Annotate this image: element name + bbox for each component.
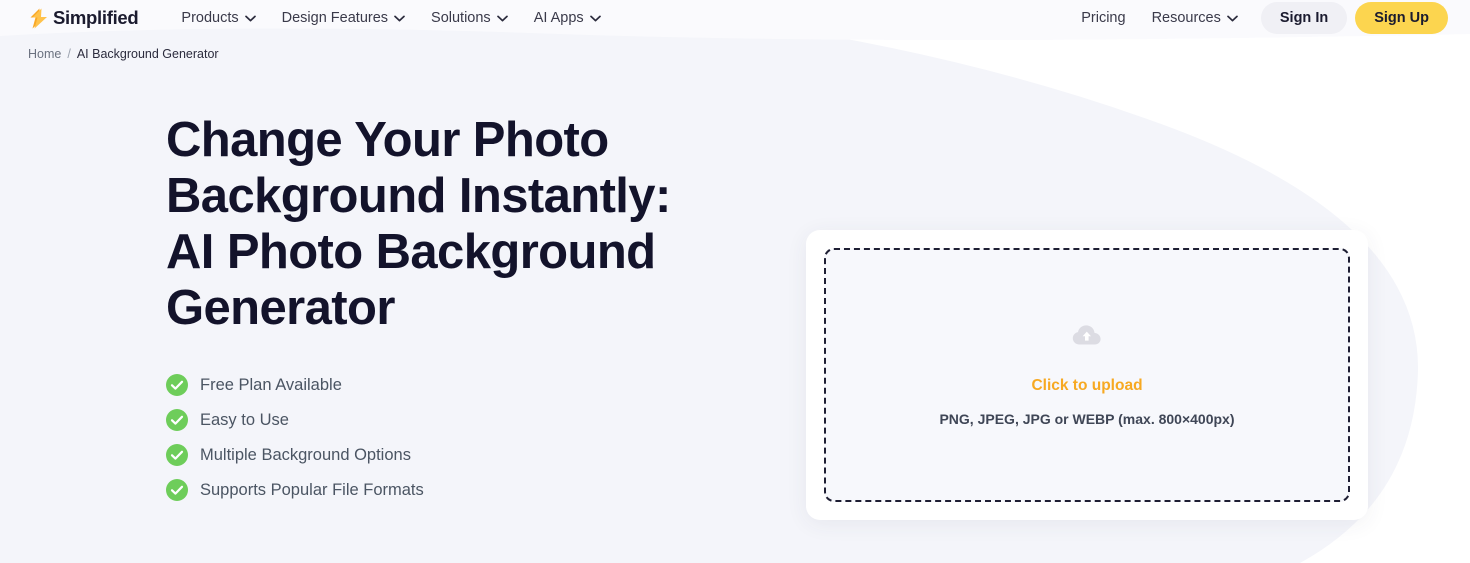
upload-section: Click to upload PNG, JPEG, JPG or WEBP (…	[806, 61, 1368, 520]
feature-label: Free Plan Available	[200, 375, 342, 394]
main-content: Change Your Photo Background Instantly: …	[0, 61, 1470, 520]
chevron-down-icon	[589, 15, 601, 21]
primary-navigation: Products Design Features Solutions AI Ap…	[168, 4, 613, 32]
nav-item-products[interactable]: Products	[168, 4, 268, 32]
list-item: Free Plan Available	[166, 374, 726, 396]
nav-item-products-label: Products	[181, 10, 239, 26]
check-circle-icon	[166, 444, 188, 466]
hero-section: Change Your Photo Background Instantly: …	[166, 61, 726, 501]
nav-item-design-features[interactable]: Design Features	[269, 4, 418, 32]
sign-up-button[interactable]: Sign Up	[1355, 2, 1448, 34]
breadcrumb-home-link[interactable]: Home	[28, 47, 61, 61]
nav-item-solutions-label: Solutions	[431, 10, 491, 26]
simplified-bolt-logo-icon	[30, 8, 47, 28]
upload-card: Click to upload PNG, JPEG, JPG or WEBP (…	[806, 230, 1368, 520]
nav-item-design-features-label: Design Features	[281, 10, 389, 26]
breadcrumb: Home / AI Background Generator	[0, 36, 1470, 61]
nav-item-ai-apps-label: AI Apps	[533, 10, 584, 26]
sign-in-button[interactable]: Sign In	[1260, 2, 1348, 34]
page-title: Change Your Photo Background Instantly: …	[166, 113, 671, 335]
nav-item-solutions[interactable]: Solutions	[418, 4, 521, 32]
site-header: Simplified Products Design Features Solu…	[0, 0, 1470, 36]
brand-logo[interactable]: Simplified	[28, 7, 139, 29]
nav-item-ai-apps[interactable]: AI Apps	[521, 4, 614, 32]
list-item: Easy to Use	[166, 409, 726, 431]
secondary-navigation: Pricing Resources Sign In Sign Up	[1068, 2, 1448, 34]
feature-label: Supports Popular File Formats	[200, 480, 424, 499]
upload-dropzone[interactable]: Click to upload PNG, JPEG, JPG or WEBP (…	[824, 248, 1350, 502]
check-circle-icon	[166, 479, 188, 501]
list-item: Multiple Background Options	[166, 444, 726, 466]
check-circle-icon	[166, 409, 188, 431]
nav-item-resources[interactable]: Resources	[1139, 4, 1251, 32]
list-item: Supports Popular File Formats	[166, 479, 726, 501]
brand-name: Simplified	[53, 7, 139, 28]
chevron-down-icon	[394, 15, 405, 21]
nav-item-pricing[interactable]: Pricing	[1068, 4, 1138, 32]
breadcrumb-separator: /	[67, 47, 71, 61]
check-circle-icon	[166, 374, 188, 396]
nav-item-pricing-label: Pricing	[1081, 10, 1126, 26]
feature-label: Easy to Use	[200, 410, 289, 429]
upload-cta-label: Click to upload	[1031, 377, 1143, 394]
breadcrumb-current-page: AI Background Generator	[76, 47, 219, 61]
nav-item-resources-label: Resources	[1151, 10, 1221, 26]
chevron-down-icon	[244, 15, 256, 21]
chevron-down-icon	[496, 15, 508, 21]
feature-label: Multiple Background Options	[200, 445, 411, 464]
cloud-upload-icon	[1072, 325, 1101, 345]
upload-hint-label: PNG, JPEG, JPG or WEBP (max. 800×400px)	[939, 411, 1235, 427]
feature-list: Free Plan Available Easy to Use Multiple…	[166, 374, 726, 501]
chevron-down-icon	[1227, 15, 1238, 21]
